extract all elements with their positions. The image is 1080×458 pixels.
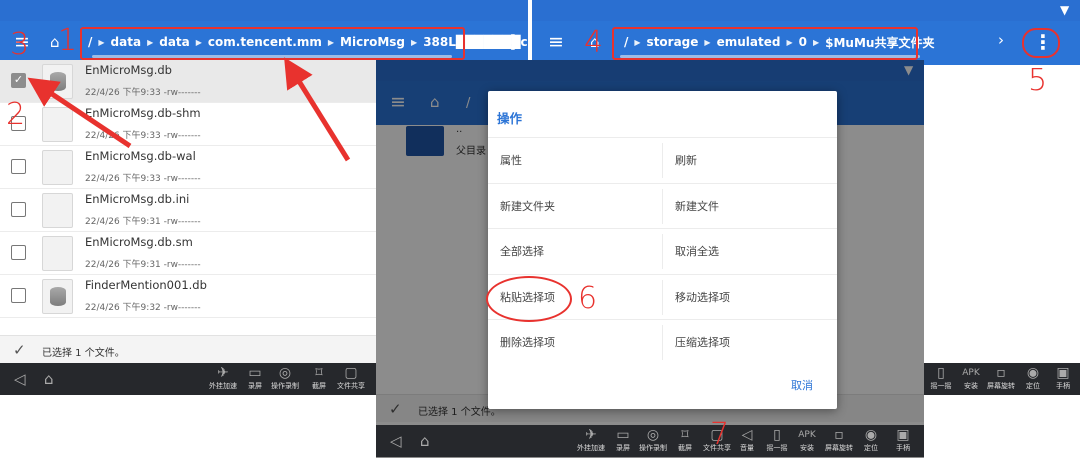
screenshot-stage: ≡ ⌂ / ▶ data ▶ data ▶ com.tencent.mm ▶ M… [0,0,1080,458]
annotation-arrow [284,57,351,162]
annotation-arrows [27,57,351,162]
annotation-arrow [27,77,132,149]
